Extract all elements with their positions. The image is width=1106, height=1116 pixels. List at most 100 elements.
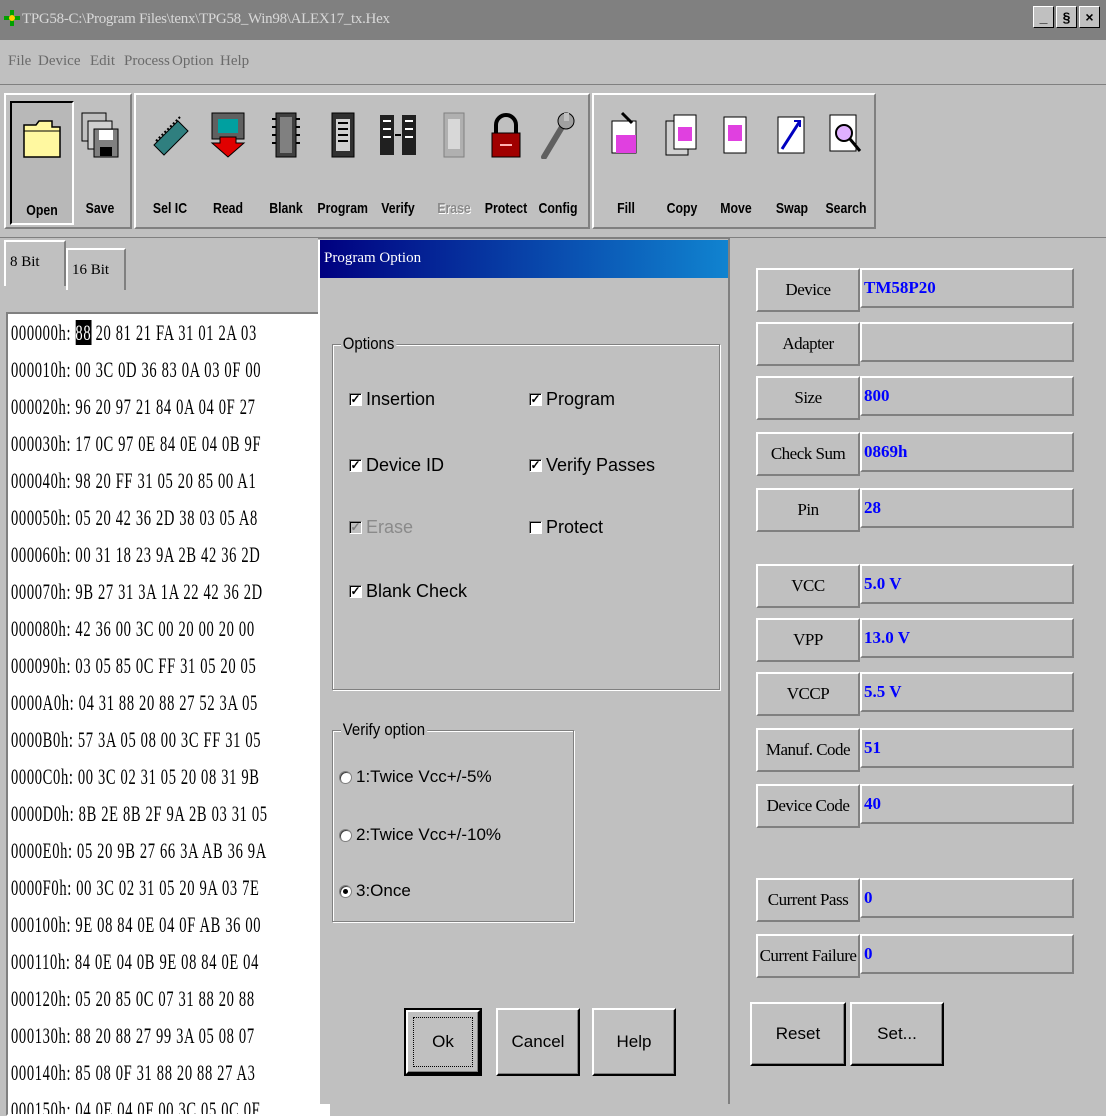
- hex-row[interactable]: 000150h: 04 0E 04 0F 00 3C 05 0C 0F: [11, 1097, 260, 1114]
- hex-row[interactable]: 000140h: 85 08 0F 31 88 20 88 27 A3: [11, 1060, 256, 1086]
- verify-option-2-radio[interactable]: 2:Twice Vcc+/-10%: [339, 825, 501, 845]
- menu-device[interactable]: Device: [38, 53, 80, 70]
- hex-byte[interactable]: 00: [76, 875, 92, 900]
- menu-process[interactable]: Process: [124, 53, 170, 70]
- menu-edit[interactable]: Edit: [90, 53, 115, 70]
- hex-row[interactable]: 0000F0h: 00 3C 02 31 05 20 9A 03 7E: [11, 875, 260, 901]
- protect-button[interactable]: Protect: [476, 101, 536, 221]
- restore-button[interactable]: §: [1056, 6, 1077, 28]
- save-button[interactable]: Save: [70, 101, 130, 221]
- hex-byte[interactable]: 03: [75, 653, 91, 678]
- read-button[interactable]: Read: [198, 101, 258, 221]
- hex-row[interactable]: 000090h: 03 05 85 0C FF 31 05 20 05: [11, 653, 256, 679]
- hex-row[interactable]: 000030h: 17 0C 97 0E 84 0E 04 0B 9F: [11, 431, 261, 457]
- hex-row[interactable]: 000130h: 88 20 88 27 99 3A 05 08 07: [11, 1023, 255, 1049]
- hex-bytes[interactable]: 08 84 0E 04 0F AB 36 00: [97, 912, 261, 937]
- hex-bytes[interactable]: 20 81 21 FA 31 01 2A 03: [96, 320, 257, 345]
- menu-option[interactable]: Option: [172, 53, 214, 70]
- program-checkbox[interactable]: ✓ Program: [529, 389, 615, 410]
- hex-row[interactable]: 0000A0h: 04 31 88 20 88 27 52 3A 05: [11, 690, 258, 716]
- title-bar[interactable]: TPG58-C:\Program Files\tenx\TPG58_Win98\…: [0, 0, 1106, 40]
- dialog-title-bar[interactable]: Program Option: [320, 240, 730, 278]
- cancel-button[interactable]: Cancel: [496, 1008, 580, 1076]
- protect-checkbox[interactable]: Protect: [529, 517, 603, 538]
- hex-row[interactable]: 000120h: 05 20 85 0C 07 31 88 20 88: [11, 986, 255, 1012]
- hex-bytes[interactable]: 0C 97 0E 84 0E 04 0B 9F: [96, 431, 262, 456]
- hex-row[interactable]: 000010h: 00 3C 0D 36 83 0A 03 0F 00: [11, 357, 261, 383]
- hex-byte[interactable]: 9B: [75, 579, 93, 604]
- hex-bytes[interactable]: 36 00 3C 00 20 00 20 00: [96, 616, 255, 641]
- minimize-button[interactable]: _: [1033, 6, 1054, 28]
- hex-byte[interactable]: 84: [75, 949, 91, 974]
- hex-byte[interactable]: 05: [77, 838, 93, 863]
- hex-bytes[interactable]: 20 42 36 2D 38 03 05 A8: [96, 505, 258, 530]
- hex-byte[interactable]: 9E: [75, 912, 92, 937]
- program-button[interactable]: Program: [312, 101, 372, 221]
- hex-byte[interactable]: 00: [75, 357, 91, 382]
- verify-button[interactable]: Verify: [368, 101, 428, 221]
- tab-16-bit[interactable]: 16 Bit: [66, 248, 126, 290]
- menu-file[interactable]: File: [8, 53, 31, 70]
- device-id-checkbox[interactable]: ✓ Device ID: [349, 455, 444, 476]
- copy-button[interactable]: Copy: [652, 101, 712, 221]
- tab-8-bit[interactable]: 8 Bit: [4, 240, 66, 286]
- hex-byte[interactable]: 05: [75, 986, 91, 1011]
- hex-byte[interactable]: 04: [79, 690, 95, 715]
- reset-button[interactable]: Reset: [750, 1002, 846, 1066]
- hex-row[interactable]: 000070h: 9B 27 31 3A 1A 22 42 36 2D: [11, 579, 263, 605]
- hex-bytes[interactable]: 20 9B 27 66 3A AB 36 9A: [97, 838, 267, 863]
- hex-bytes[interactable]: 08 0F 31 88 20 88 27 A3: [96, 1060, 256, 1085]
- hex-row[interactable]: 000000h: 88 20 81 21 FA 31 01 2A 03: [11, 320, 257, 346]
- hex-bytes[interactable]: 20 88 27 99 3A 05 08 07: [96, 1023, 255, 1048]
- move-button[interactable]: Move: [706, 101, 766, 221]
- hex-row[interactable]: 000080h: 42 36 00 3C 00 20 00 20 00: [11, 616, 255, 642]
- erase-button[interactable]: Erase: [424, 101, 484, 221]
- hex-row[interactable]: 0000B0h: 57 3A 05 08 00 3C FF 31 05: [11, 727, 261, 753]
- hex-bytes[interactable]: 31 18 23 9A 2B 42 36 2D: [96, 542, 261, 567]
- hex-byte[interactable]: 57: [78, 727, 94, 752]
- close-button[interactable]: ×: [1079, 6, 1100, 28]
- insertion-checkbox[interactable]: ✓ Insertion: [349, 389, 435, 410]
- hex-row[interactable]: 0000E0h: 05 20 9B 27 66 3A AB 36 9A: [11, 838, 267, 864]
- hex-byte[interactable]: 96: [75, 394, 91, 419]
- set-button[interactable]: Set...: [850, 1002, 944, 1066]
- swap-button[interactable]: Swap: [762, 101, 822, 221]
- hex-byte[interactable]: 04: [75, 1097, 91, 1114]
- hex-byte[interactable]: 17: [75, 431, 91, 456]
- hex-bytes[interactable]: 3A 05 08 00 3C FF 31 05: [98, 727, 261, 752]
- verify-passes-checkbox[interactable]: ✓ Verify Passes: [529, 455, 655, 476]
- hex-byte[interactable]: 42: [75, 616, 91, 641]
- hex-row[interactable]: 000060h: 00 31 18 23 9A 2B 42 36 2D: [11, 542, 260, 568]
- hex-bytes[interactable]: 2E 8B 2F 9A 2B 03 31 05: [101, 801, 267, 826]
- hex-bytes[interactable]: 27 31 3A 1A 22 42 36 2D: [98, 579, 263, 604]
- menu-help[interactable]: Help: [220, 53, 249, 70]
- hex-bytes[interactable]: 3C 02 31 05 20 9A 03 7E: [96, 875, 259, 900]
- hex-row[interactable]: 000110h: 84 0E 04 0B 9E 08 84 0E 04: [11, 949, 259, 975]
- sel-ic-button[interactable]: Sel IC: [140, 101, 200, 221]
- help-button[interactable]: Help: [592, 1008, 676, 1076]
- ok-button[interactable]: Ok: [404, 1008, 482, 1076]
- hex-row[interactable]: 000100h: 9E 08 84 0E 04 0F AB 36 00: [11, 912, 261, 938]
- hex-row[interactable]: 0000D0h: 8B 2E 8B 2F 9A 2B 03 31 05: [11, 801, 268, 827]
- hex-byte[interactable]: 85: [75, 1060, 91, 1085]
- hex-byte[interactable]: 88: [75, 1023, 91, 1048]
- hex-row[interactable]: 0000C0h: 00 3C 02 31 05 20 08 31 9B: [11, 764, 260, 790]
- hex-byte[interactable]: 8B: [79, 801, 97, 826]
- verify-option-3-radio[interactable]: 3:Once: [339, 881, 411, 901]
- verify-option-1-radio[interactable]: 1:Twice Vcc+/-5%: [339, 767, 492, 787]
- hex-bytes[interactable]: 05 85 0C FF 31 05 20 05: [96, 653, 257, 678]
- hex-row[interactable]: 000040h: 98 20 FF 31 05 20 85 00 A1: [11, 468, 256, 494]
- config-button[interactable]: Config: [528, 101, 588, 221]
- hex-editor[interactable]: 000000h: 88 20 81 21 FA 31 01 2A 03 00001…: [6, 312, 330, 1116]
- blank-check-checkbox[interactable]: ✓ Blank Check: [349, 581, 467, 602]
- open-button[interactable]: Open: [10, 101, 74, 225]
- hex-row[interactable]: 000050h: 05 20 42 36 2D 38 03 05 A8: [11, 505, 258, 531]
- hex-bytes[interactable]: 31 88 20 88 27 52 3A 05: [99, 690, 258, 715]
- hex-bytes[interactable]: 20 97 21 84 0A 04 0F 27: [96, 394, 256, 419]
- hex-byte[interactable]: 98: [75, 468, 91, 493]
- hex-bytes[interactable]: 3C 02 31 05 20 08 31 9B: [98, 764, 260, 789]
- hex-byte[interactable]: 05: [75, 505, 91, 530]
- hex-row[interactable]: 000020h: 96 20 97 21 84 0A 04 0F 27: [11, 394, 256, 420]
- search-button[interactable]: Search: [816, 101, 876, 221]
- hex-byte[interactable]: 00: [75, 542, 91, 567]
